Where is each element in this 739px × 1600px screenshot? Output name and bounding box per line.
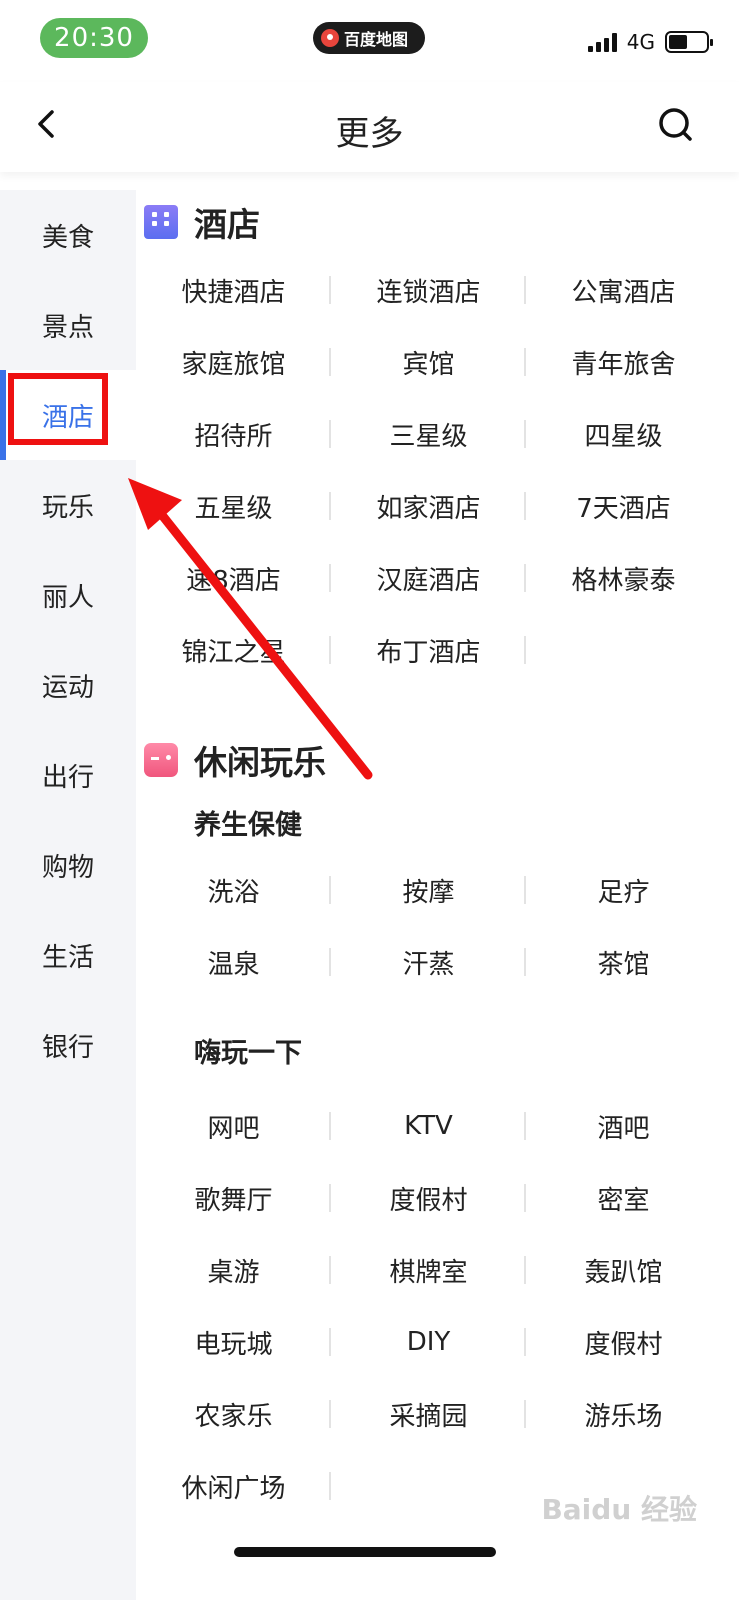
fun-section-title: 休闲玩乐 xyxy=(194,743,326,782)
hotel-item[interactable]: 连锁酒店 xyxy=(331,254,526,326)
hotel-item[interactable]: 三星级 xyxy=(331,398,526,470)
play-item[interactable]: 游乐场 xyxy=(526,1378,721,1450)
status-bar: 20:30 百度地图 4G xyxy=(0,0,739,82)
sidebar-item-shopping[interactable]: 购物 xyxy=(0,820,136,910)
play-item[interactable]: 桌游 xyxy=(136,1234,331,1306)
play-item[interactable]: 休闲广场 xyxy=(136,1450,331,1522)
wellness-item[interactable]: 按摩 xyxy=(331,854,526,926)
group-title-wellness: 养生保健 xyxy=(194,809,302,841)
group-title-play: 嗨玩一下 xyxy=(194,1037,302,1069)
sidebar-item-travel[interactable]: 出行 xyxy=(0,730,136,820)
play-item[interactable]: 度假村 xyxy=(331,1162,526,1234)
annotation-highlight-box xyxy=(8,373,108,445)
search-icon xyxy=(659,108,692,141)
play-items-grid: 网吧 KTV 酒吧 歌舞厅 度假村 密室 桌游 棋牌室 轰趴馆 电玩城 DIY 度假村 农家乐 采摘园 游乐… xyxy=(136,1090,739,1522)
sidebar-item-entertainment[interactable]: 玩乐 xyxy=(0,460,136,550)
watermark: Baidu 经验 xyxy=(541,1493,697,1526)
wellness-item[interactable]: 足疗 xyxy=(526,854,721,926)
play-item[interactable]: 电玩城 xyxy=(136,1306,331,1378)
hotel-building-icon xyxy=(144,205,178,239)
play-item[interactable]: 网吧 xyxy=(136,1090,331,1162)
map-pin-icon xyxy=(321,29,339,47)
play-item[interactable]: 度假村 xyxy=(526,1306,721,1378)
app-badge-label: 百度地图 xyxy=(344,30,409,49)
nav-header: 更多 xyxy=(0,82,739,172)
status-time: 20:30 xyxy=(40,18,148,58)
hotel-item[interactable]: 宾馆 xyxy=(331,326,526,398)
hotel-section-title: 酒店 xyxy=(194,205,260,244)
hotel-item[interactable]: 四星级 xyxy=(526,398,721,470)
hotel-item[interactable]: 家庭旅馆 xyxy=(136,326,331,398)
hotel-items-grid: 快捷酒店 连锁酒店 公寓酒店家庭旅馆 宾馆 青年旅舍招待所 三星级 四星级五星级 如家酒店 7天… xyxy=(136,254,739,686)
hotel-item[interactable]: 速8酒店 xyxy=(136,542,331,614)
hotel-item[interactable]: 五星级 xyxy=(136,470,331,542)
sidebar-item-food[interactable]: 美食 xyxy=(0,190,136,280)
play-item[interactable]: DIY xyxy=(331,1306,526,1378)
hotel-item[interactable]: 青年旅舍 xyxy=(526,326,721,398)
play-item[interactable]: 采摘园 xyxy=(331,1378,526,1450)
play-item[interactable]: 歌舞厅 xyxy=(136,1162,331,1234)
play-item[interactable]: 棋牌室 xyxy=(331,1234,526,1306)
hotel-item[interactable]: 7天酒店 xyxy=(526,470,721,542)
sidebar-item-sights[interactable]: 景点 xyxy=(0,280,136,370)
hotel-item[interactable]: 布丁酒店 xyxy=(331,614,526,686)
network-type: 4G xyxy=(626,30,655,54)
battery-icon xyxy=(665,31,713,53)
hotel-section-header: 酒店 xyxy=(136,190,739,254)
hotel-item[interactable]: 汉庭酒店 xyxy=(331,542,526,614)
play-item[interactable]: 酒吧 xyxy=(526,1090,721,1162)
page-title: 更多 xyxy=(335,114,404,154)
hotel-item[interactable]: 公寓酒店 xyxy=(526,254,721,326)
play-item[interactable]: 密室 xyxy=(526,1162,721,1234)
wellness-item[interactable]: 温泉 xyxy=(136,926,331,998)
gamepad-icon xyxy=(144,743,178,777)
home-indicator[interactable] xyxy=(234,1547,496,1557)
sidebar-item-sports[interactable]: 运动 xyxy=(0,640,136,730)
play-item[interactable]: KTV xyxy=(331,1090,526,1162)
signal-icon xyxy=(587,32,617,52)
status-indicators: 4G xyxy=(587,30,713,54)
sidebar-item-beauty[interactable]: 丽人 xyxy=(0,550,136,640)
hotel-item[interactable]: 如家酒店 xyxy=(331,470,526,542)
fun-section-header: 休闲玩乐 xyxy=(136,728,739,792)
hotel-item[interactable]: 格林豪泰 xyxy=(526,542,721,614)
category-content: 酒店 快捷酒店 连锁酒店 公寓酒店家庭旅馆 宾馆 青年旅舍招待所 三星级 四星级五星级 如家酒… xyxy=(136,190,739,1522)
app-badge: 百度地图 xyxy=(313,22,425,54)
hotel-item[interactable]: 锦江之星 xyxy=(136,614,331,686)
search-button[interactable] xyxy=(655,104,697,146)
hotel-item[interactable]: 快捷酒店 xyxy=(136,254,331,326)
sidebar-item-life[interactable]: 生活 xyxy=(0,910,136,1000)
wellness-item[interactable]: 茶馆 xyxy=(526,926,721,998)
play-item[interactable]: 农家乐 xyxy=(136,1378,331,1450)
hotel-item[interactable]: 招待所 xyxy=(136,398,331,470)
wellness-item[interactable]: 洗浴 xyxy=(136,854,331,926)
wellness-item[interactable]: 汗蒸 xyxy=(331,926,526,998)
sidebar-item-bank[interactable]: 银行 xyxy=(0,1000,136,1090)
play-item[interactable]: 轰趴馆 xyxy=(526,1234,721,1306)
wellness-items-grid: 洗浴 按摩 足疗温泉 汗蒸 茶馆 xyxy=(136,854,739,998)
